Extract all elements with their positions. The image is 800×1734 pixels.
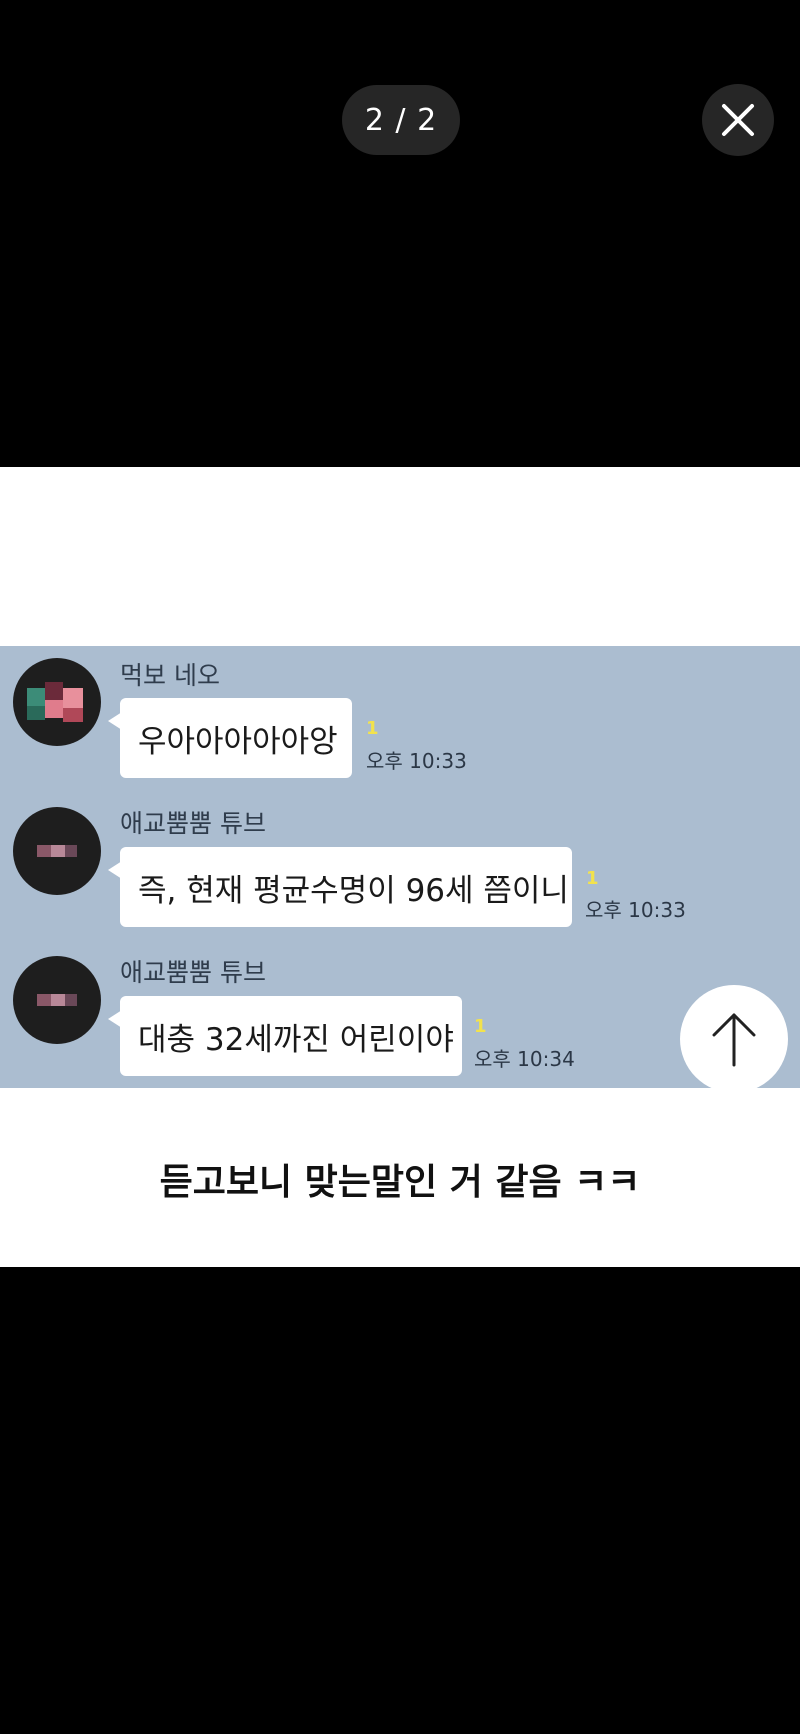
unread-count: 1 xyxy=(586,868,599,889)
avatar xyxy=(13,807,101,895)
close-button[interactable] xyxy=(702,84,774,156)
sender-name: 애교뿜뿜 튜브 xyxy=(120,809,266,838)
message-bubble: 우아아아아아앙 xyxy=(108,698,352,778)
message-bubble: 즉, 현재 평균수명이 96세 쯤이니 xyxy=(108,847,572,927)
avatar xyxy=(13,658,101,746)
chat-screenshot: 먹보 네오 우아아아아아앙 1 오후 10:33 애교뿜뿜 튜브 즉, 현재 평… xyxy=(0,646,800,1088)
image-content: 먹보 네오 우아아아아아앙 1 오후 10:33 애교뿜뿜 튜브 즉, 현재 평… xyxy=(0,467,800,1267)
avatar xyxy=(13,956,101,1044)
message-time: 오후 10:34 xyxy=(474,1047,575,1071)
sender-name: 먹보 네오 xyxy=(120,661,220,690)
close-icon xyxy=(722,104,754,136)
message-bubble: 대충 32세까진 어린이야 xyxy=(108,996,462,1076)
message-time: 오후 10:33 xyxy=(366,749,467,773)
message-time: 오후 10:33 xyxy=(585,898,686,922)
sender-name: 애교뿜뿜 튜브 xyxy=(120,958,266,987)
arrow-up-icon xyxy=(712,1013,756,1067)
image-caption: 듣고보니 맞는말인 거 같음 ㅋㅋ xyxy=(159,1162,641,1203)
unread-count: 1 xyxy=(366,718,379,739)
scroll-to-top-button[interactable] xyxy=(680,985,788,1093)
unread-count: 1 xyxy=(474,1016,487,1037)
page-counter: 2 / 2 xyxy=(342,85,460,155)
